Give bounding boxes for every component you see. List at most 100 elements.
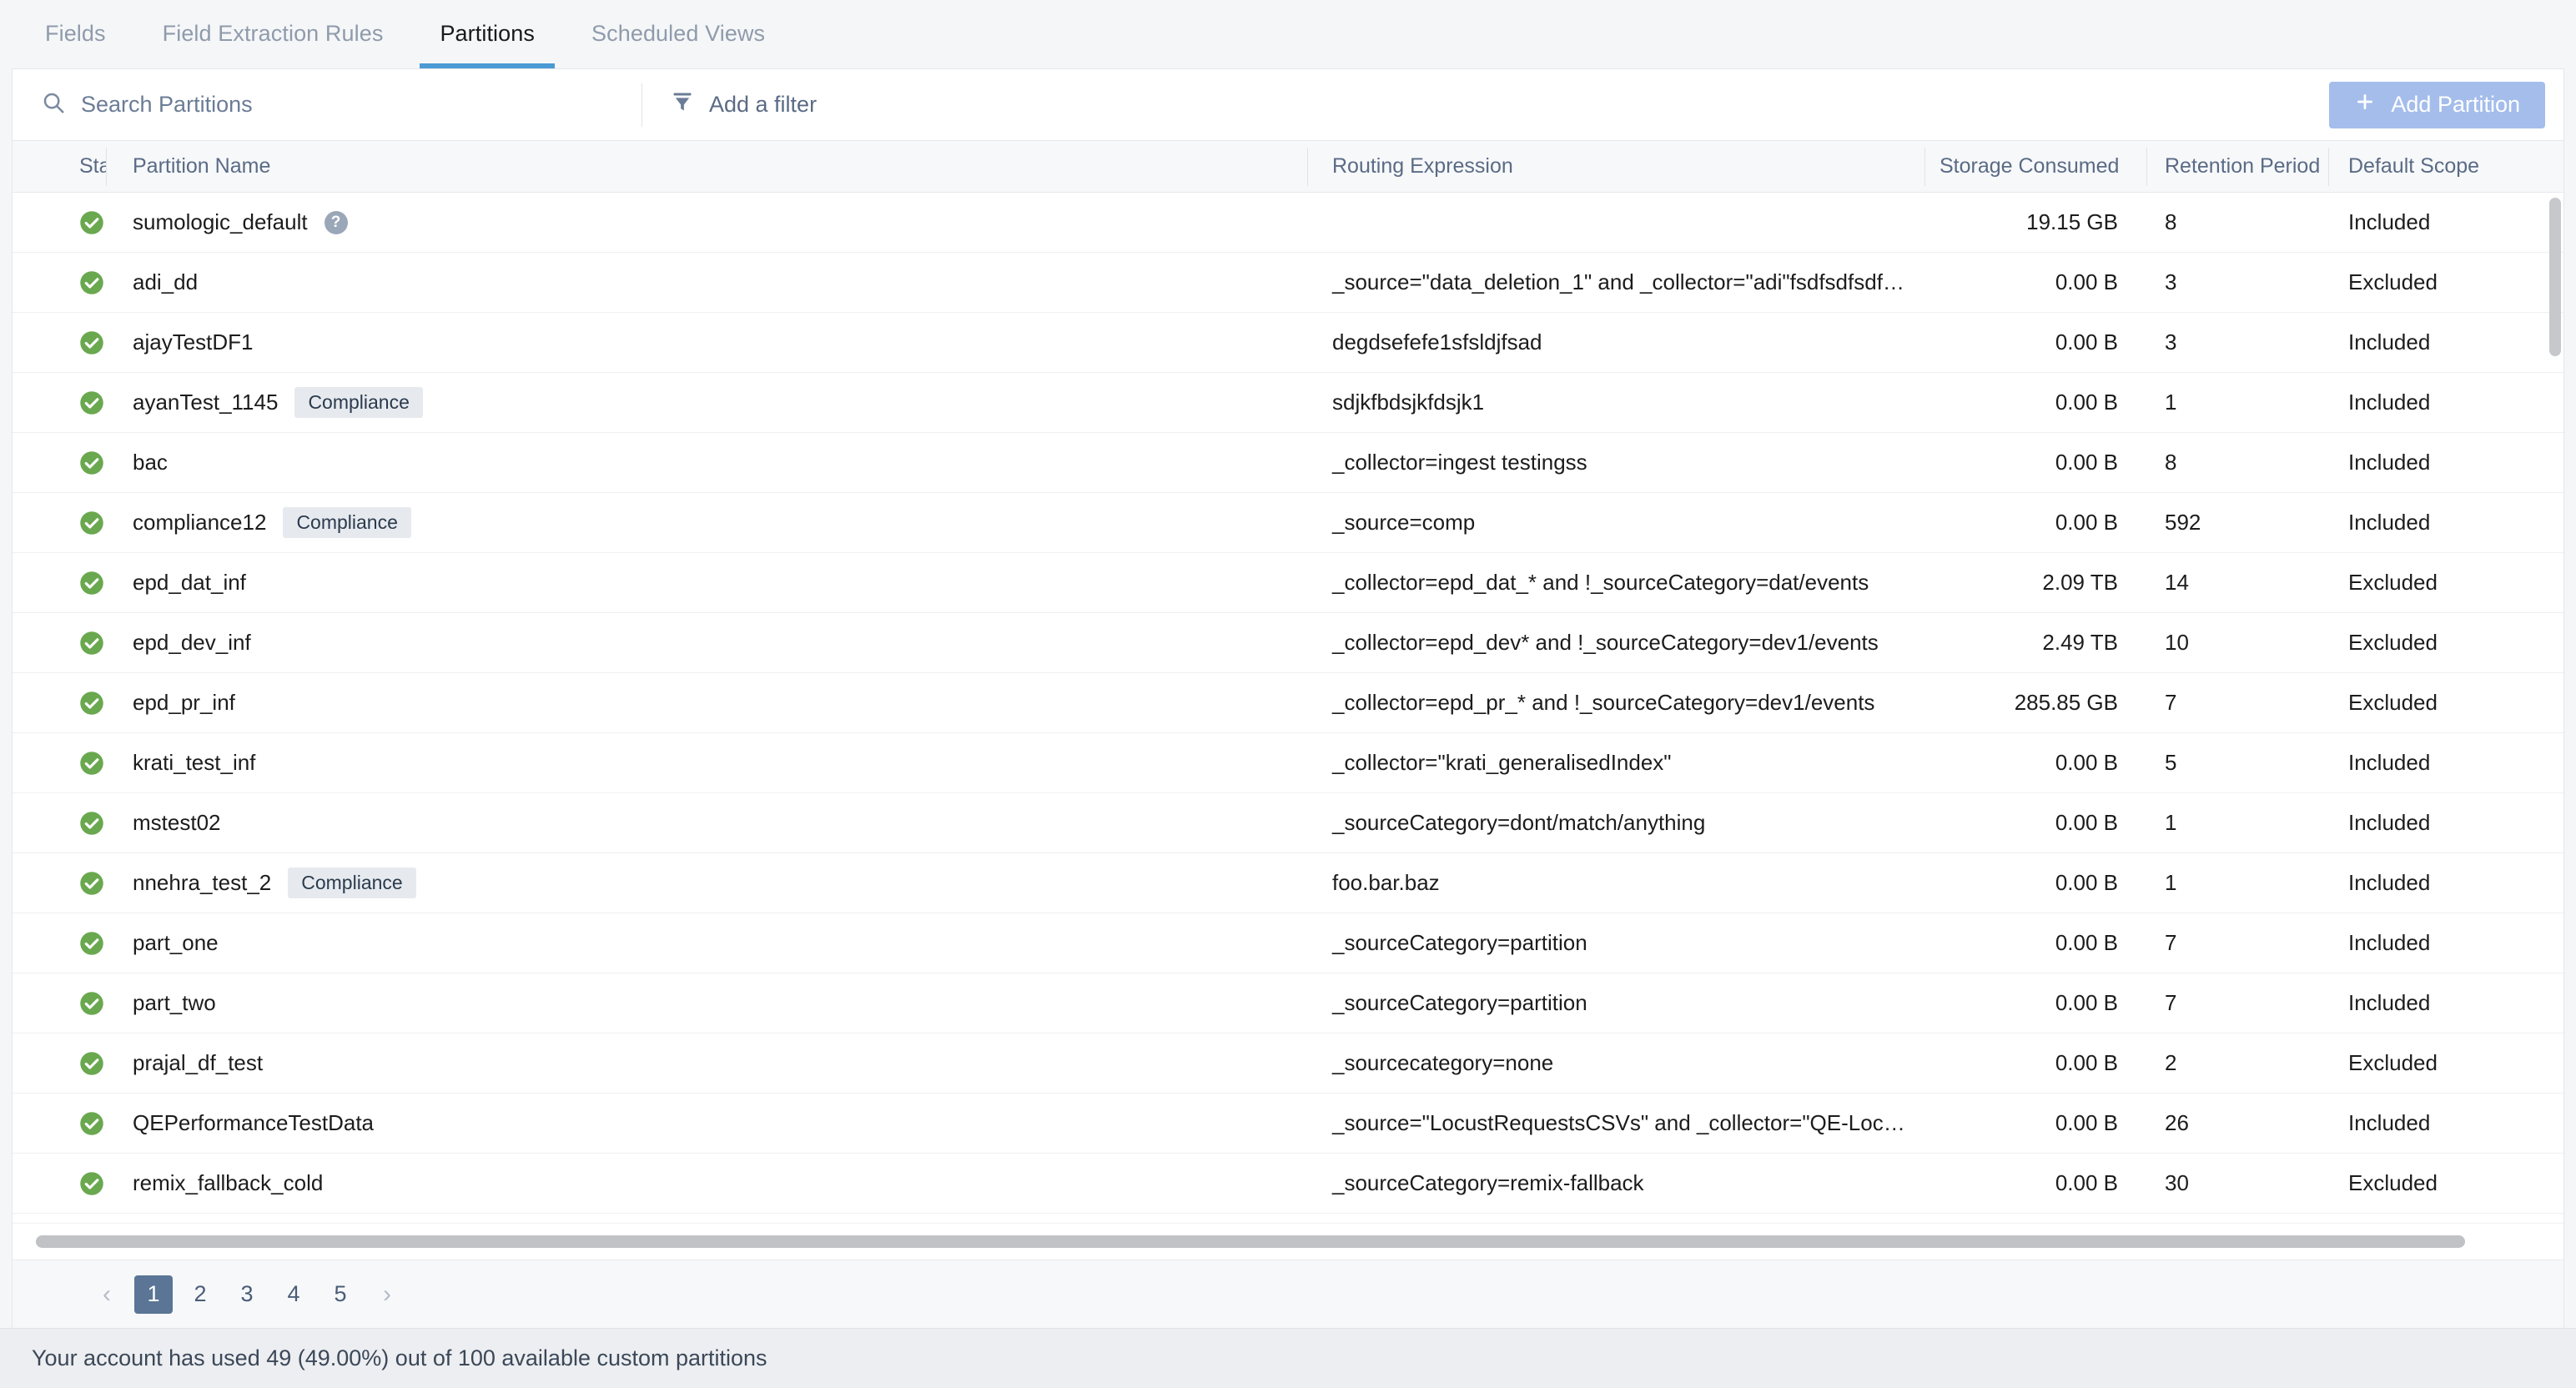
tab-field-extraction-rules[interactable]: Field Extraction Rules [143,21,404,68]
storage-consumed-cell: 285.85 GB [1924,690,2146,716]
retention-period-cell: 1 [2146,390,2328,415]
column-header-retention-period[interactable]: Retention Period [2146,141,2328,193]
vertical-scrollbar[interactable] [2549,193,2561,1223]
funnel-icon [671,90,694,119]
table-row[interactable]: QEPerformanceTestData_source="LocustRequ… [13,1094,2563,1154]
search-input[interactable] [81,92,641,118]
partition-name-cell: krati_test_inf [106,750,1307,776]
partition-name-cell: bac [106,450,1307,475]
partition-name-cell: sumologic_default? [106,209,1307,235]
retention-period-cell: 7 [2146,990,2328,1016]
table-row[interactable]: epd_dev_inf_collector=epd_dev* and !_sou… [13,613,2563,673]
add-partition-button[interactable]: Add Partition [2329,82,2545,128]
storage-consumed-cell: 0.00 B [1924,269,2146,295]
account-usage-message: Your account has used 49 (49.00%) out of… [32,1345,767,1371]
toolbar: Add a filter Add Partition [13,69,2563,141]
partition-name-cell: mstest02 [106,810,1307,836]
green-check-circle-icon [79,1051,91,1076]
default-scope-cell: Included [2328,510,2563,536]
chevron-left-icon[interactable]: ‹ [88,1275,126,1314]
status-cell [13,330,106,355]
partition-name-cell: prajal_df_test [106,1050,1307,1076]
storage-consumed-cell: 0.00 B [1924,1110,2146,1136]
column-header-status[interactable]: Status [13,141,106,193]
page-button-1[interactable]: 1 [134,1275,173,1314]
routing-expression-cell: _collector=epd_dat_* and !_sourceCategor… [1307,570,1924,596]
green-check-circle-icon [79,871,91,896]
search-container [41,90,641,119]
tab-scheduled-views[interactable]: Scheduled Views [571,21,785,68]
storage-consumed-cell: 0.00 B [1924,810,2146,836]
column-header-default-scope[interactable]: Default Scope [2328,141,2563,193]
table-row[interactable]: nnehra_test_2Compliancefoo.bar.baz0.00 B… [13,853,2563,913]
storage-consumed-cell: 0.00 B [1924,390,2146,415]
table-row[interactable]: sumologic_default?19.15 GB8Included [13,193,2563,253]
table-body: sumologic_default?19.15 GB8Includedadi_d… [13,193,2563,1223]
green-check-circle-icon [79,811,91,836]
table-row[interactable]: krati_test_inf_collector="krati_generali… [13,733,2563,793]
routing-expression-cell: degdsefefe1sfsldjfsad [1307,329,1924,355]
table-row[interactable]: remix_fallback_cold _sourceCategory=remix… [13,1154,2563,1214]
vertical-scrollbar-thumb[interactable] [2549,198,2561,356]
tab-partitions[interactable]: Partitions [420,21,555,68]
storage-consumed-cell: 0.00 B [1924,990,2146,1016]
storage-consumed-cell: 0.00 B [1924,510,2146,536]
retention-period-cell: 14 [2146,570,2328,596]
column-header-storage-consumed[interactable]: Storage Consumed [1924,141,2146,193]
status-cell [13,991,106,1016]
chevron-right-icon[interactable]: › [368,1275,406,1314]
storage-consumed-cell: 2.09 TB [1924,570,2146,596]
table-row[interactable]: adi_dd_source="data_deletion_1" and _col… [13,253,2563,313]
table-row[interactable]: mstest02_sourceCategory=dont/match/anyth… [13,793,2563,853]
routing-expression-cell: _sourcecategory=none [1307,1050,1924,1076]
table-row[interactable]: ayanTest_1145Compliancesdjkfbdsjkfdsjk10… [13,373,2563,433]
partition-name-cell: nnehra_test_2Compliance [106,868,1307,898]
routing-expression-cell: _collector=ingest testingss [1307,450,1924,475]
page-button-5[interactable]: 5 [321,1275,360,1314]
page-button-3[interactable]: 3 [228,1275,266,1314]
default-scope-cell: Excluded [2328,630,2563,656]
table-row[interactable]: part_one_sourceCategory=partition0.00 B7… [13,913,2563,973]
table-row[interactable]: ajayTestDF1degdsefefe1sfsldjfsad0.00 B3I… [13,313,2563,373]
page-button-4[interactable]: 4 [274,1275,313,1314]
horizontal-scrollbar-thumb[interactable] [36,1235,2465,1248]
table-row[interactable]: compliance12Compliance_source=comp0.00 B… [13,493,2563,553]
retention-period-cell: 3 [2146,269,2328,295]
table-row[interactable]: part_two_sourceCategory=partition0.00 B7… [13,973,2563,1033]
routing-expression-cell: _sourceCategory=remix-fallback [1307,1170,1924,1196]
storage-consumed-cell: 0.00 B [1924,450,2146,475]
partition-name-cell: adi_dd [106,269,1307,295]
partition-name-label: remix_fallback_cold [133,1170,323,1196]
table-row[interactable]: epd_dat_inf_collector=epd_dat_* and !_so… [13,553,2563,613]
partitions-page: Fields Field Extraction Rules Partitions… [0,0,2576,1388]
column-header-routing-expression[interactable]: Routing Expression [1307,141,1924,193]
routing-expression-cell: _sourceCategory=partition [1307,930,1924,956]
routing-expression-cell: _source="data_deletion_1" and _collector… [1307,269,1924,295]
green-check-circle-icon [79,1111,91,1136]
storage-consumed-cell: 0.00 B [1924,329,2146,355]
routing-expression-cell: _source=comp [1307,510,1924,536]
table-header-row: Status Partition Name Routing Expression… [13,141,2563,193]
retention-period-cell: 1 [2146,870,2328,896]
partition-name-cell: ayanTest_1145Compliance [106,387,1307,418]
add-filter-button[interactable]: Add a filter [671,90,817,119]
default-scope-cell: Included [2328,870,2563,896]
horizontal-scrollbar[interactable] [13,1223,2563,1260]
partition-name-cell: epd_dat_inf [106,570,1307,596]
tab-fields[interactable]: Fields [25,21,126,68]
routing-expression-cell: _collector=epd_pr_* and !_sourceCategory… [1307,690,1924,716]
table-row[interactable]: epd_pr_inf_collector=epd_pr_* and !_sour… [13,673,2563,733]
column-header-partition-name[interactable]: Partition Name [106,141,1307,193]
help-icon[interactable]: ? [325,211,348,234]
retention-period-cell: 7 [2146,930,2328,956]
partition-name-label: nnehra_test_2 [133,870,271,896]
default-scope-cell: Excluded [2328,1170,2563,1196]
page-button-2[interactable]: 2 [181,1275,219,1314]
table-row[interactable]: bac_collector=ingest testingss0.00 B8Inc… [13,433,2563,493]
status-cell [13,931,106,956]
partition-name-label: ajayTestDF1 [133,329,254,355]
table-row[interactable]: prajal_df_test_sourcecategory=none0.00 B… [13,1033,2563,1094]
partition-name-label: ayanTest_1145 [133,390,278,415]
partition-name-cell: part_two [106,990,1307,1016]
default-scope-cell: Included [2328,990,2563,1016]
